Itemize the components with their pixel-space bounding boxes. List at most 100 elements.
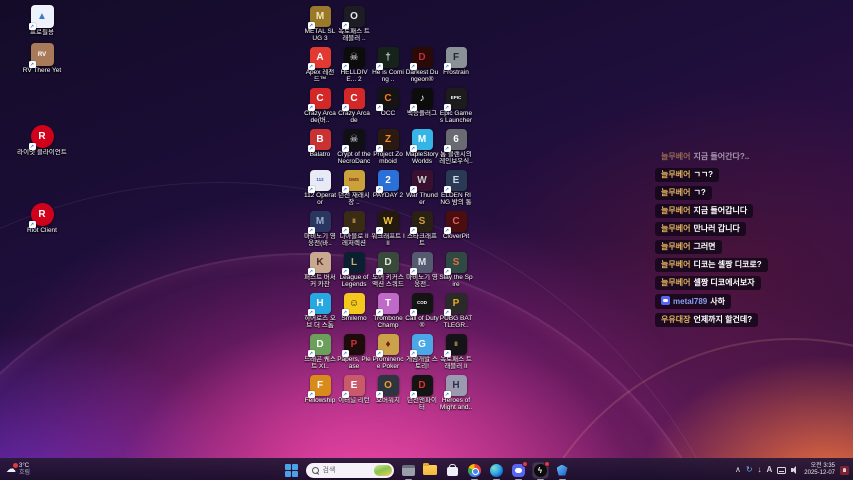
desktop-icon[interactable]: ♪↗백승플러그: [405, 88, 439, 117]
app-icon: R↗: [31, 203, 54, 226]
desktop-icon[interactable]: M↗마비노기 영웅전(바..: [303, 211, 337, 247]
tray-sync-icon[interactable]: ↻: [746, 466, 753, 474]
shortcut-arrow-badge: ↗: [29, 143, 36, 150]
desktop-icon[interactable]: DMS↗던전 재래시장 ..: [337, 170, 371, 206]
desktop-icon[interactable]: EPIC↗Epic Games Launcher: [439, 88, 473, 124]
desktop-icon[interactable]: C↗Crazy Arcade: [337, 88, 371, 124]
start-button[interactable]: [284, 463, 299, 478]
shortcut-arrow-badge: ↗: [410, 391, 417, 398]
shortcut-arrow-badge: ↗: [410, 63, 417, 70]
app-icon: D↗: [378, 252, 399, 273]
desktop-icon[interactable]: W↗워크래프트 III: [371, 211, 405, 247]
desktop-icon[interactable]: S↗스타크래프트: [405, 211, 439, 247]
desktop-icon[interactable]: Z↗Project Zomboid: [371, 129, 405, 165]
desktop-icon[interactable]: D↗도어 키커스 액션 스쿼드: [371, 252, 405, 288]
app-icon-glyph: DMS: [349, 178, 359, 183]
desktop-icon[interactable]: E↗ELDEN RING 밤의 통치자: [439, 170, 473, 206]
clock[interactable]: 오전 3:35 2025-12-07: [804, 463, 835, 477]
taskbar-app-battlenet[interactable]: [555, 463, 570, 478]
taskbar-app-edge[interactable]: [489, 463, 504, 478]
app-icon: COD↗: [412, 293, 433, 314]
desktop-icon[interactable]: A↗Apex 레전드™: [303, 47, 337, 83]
desktop-icon[interactable]: R↗라이엇 클라이언트: [13, 125, 71, 156]
desktop-icon[interactable]: O↗옥토패스 트래블러 ..: [337, 6, 371, 42]
app-icon-glyph: W: [383, 217, 392, 227]
app-icon: P↗: [446, 293, 467, 314]
desktop-icon[interactable]: H↗히어로즈 오브 더 스톰: [303, 293, 337, 329]
shortcut-arrow-badge: ↗: [410, 186, 417, 193]
app-icon: ♦↗: [378, 334, 399, 355]
shortcut-arrow-badge: ↗: [342, 391, 349, 398]
app-icon: †↗: [378, 47, 399, 68]
desktop-icon[interactable]: G↗게임개발 스토리!: [405, 334, 439, 370]
desktop-icon[interactable]: †↗He is Coming ..: [371, 47, 405, 83]
desktop-icon[interactable]: H↗Heroes of Might and..: [439, 375, 473, 411]
desktop-icon[interactable]: ☠↗HELLDIVE... 2: [337, 47, 371, 83]
notification-bell-icon[interactable]: [840, 466, 849, 475]
app-icon-glyph: D: [418, 53, 425, 63]
desktop-icon-label: 던전앤파이터: [405, 397, 439, 411]
app-icon-glyph: D: [418, 381, 425, 391]
speaker-icon[interactable]: [791, 466, 799, 474]
desktop-icon[interactable]: ☺↗Smilemo: [337, 293, 371, 322]
desktop-icon[interactable]: D↗드래곤 퀘스트 XI..: [303, 334, 337, 370]
desktop-icon[interactable]: C↗OCC: [371, 88, 405, 117]
desktop-icon[interactable]: D↗Darkest Dungeon®: [405, 47, 439, 83]
desktop-icon[interactable]: ☠↗Crypt of the NecroDancer: [337, 129, 371, 165]
desktop-icon[interactable]: C↗Crazy Arcade(버..: [303, 88, 337, 124]
desktop-icon[interactable]: W↗War Thunder: [405, 170, 439, 206]
desktop-icon-label: HELLDIVE... 2: [337, 69, 371, 83]
taskbar-app-file-explorer[interactable]: [423, 463, 438, 478]
chat-username: 늘무베어: [661, 152, 690, 161]
weather-widget[interactable]: ☁ 3°C 흐림: [6, 459, 30, 480]
desktop-icon[interactable]: M↗MapleStory Worlds: [405, 129, 439, 165]
desktop-icon[interactable]: ♦↗Prominence Poker: [371, 334, 405, 370]
desktop-icon[interactable]: F↗Frostrain: [439, 47, 473, 76]
desktop-icon[interactable]: R↗Riot Client: [13, 203, 71, 234]
desktop-icon[interactable]: D↗던전앤파이터: [405, 375, 439, 411]
desktop-icon[interactable]: P↗Papers, Please: [337, 334, 371, 370]
desktop-icon[interactable]: B↗Balatro: [303, 129, 337, 158]
ime-indicator[interactable]: A: [767, 466, 773, 474]
app-icon-glyph: 6: [453, 135, 459, 145]
taskbar-app-chrome[interactable]: [467, 463, 482, 478]
desktop-icon[interactable]: O↗오버워치: [371, 375, 405, 404]
desktop-icon[interactable]: T↗Trombone Champ: [371, 293, 405, 329]
chat-username: 늘무베어: [661, 188, 690, 197]
shortcut-arrow-badge: ↗: [376, 391, 383, 398]
app-icon-glyph: C: [350, 94, 357, 104]
desktop-icon[interactable]: K↗퍼스트 버서커 카잔: [303, 252, 337, 288]
search-input[interactable]: 검색: [306, 463, 394, 478]
desktop-icon[interactable]: 112↗112 Operator: [303, 170, 337, 206]
taskbar-app-microsoft-store[interactable]: [445, 463, 460, 478]
tray-chevron-up-icon[interactable]: ∧: [735, 466, 741, 474]
desktop-icon[interactable]: L↗League of Legends: [337, 252, 371, 288]
app-icon: D↗: [310, 334, 331, 355]
desktop-icon[interactable]: RV↗RV There Yet: [13, 43, 71, 74]
app-icon: M↗: [412, 129, 433, 150]
desktop-icon[interactable]: M↗마비노기 영웅전..: [405, 252, 439, 288]
shortcut-arrow-badge: ↗: [410, 104, 417, 111]
desktop-icon[interactable]: 2↗PAYDAY 2: [371, 170, 405, 199]
desktop-icon[interactable]: C↗CloverPit: [439, 211, 473, 240]
desktop-icon[interactable]: II↗옥토패스 트래블러 II: [439, 334, 473, 370]
desktop-icon[interactable]: E↗이터널 리턴: [337, 375, 371, 404]
taskbar-app-window[interactable]: [401, 463, 416, 478]
app-icon-glyph: B: [316, 135, 323, 145]
shortcut-arrow-badge: ↗: [342, 145, 349, 152]
desktop-icon[interactable]: M↗METAL SLUG 3: [303, 6, 337, 42]
desktop-icon[interactable]: COD↗Call of Duty®: [405, 293, 439, 329]
desktop-icon[interactable]: S↗Slay the Spire: [439, 252, 473, 288]
shortcut-arrow-badge: ↗: [308, 63, 315, 70]
desktop-icon[interactable]: II↗디아블로 II 레저렉션: [337, 211, 371, 247]
desktop-icon[interactable]: F↗Fellowship: [303, 375, 337, 404]
taskbar-app-discord[interactable]: [511, 463, 526, 478]
touch-keyboard-icon[interactable]: [777, 467, 786, 474]
desktop-icon[interactable]: 6↗톰 클랜시의 레인보우식..: [439, 129, 473, 165]
desktop-icon[interactable]: P↗PUBG BATTLEGR..: [439, 293, 473, 329]
app-icon: 2↗: [378, 170, 399, 191]
taskbar-app-chzzk[interactable]: ϟ: [533, 463, 548, 478]
desktop-icon[interactable]: ▲↗프로필용: [13, 5, 71, 36]
tray-download-icon[interactable]: ↓: [758, 466, 762, 474]
app-icon-glyph: RV: [38, 52, 46, 58]
